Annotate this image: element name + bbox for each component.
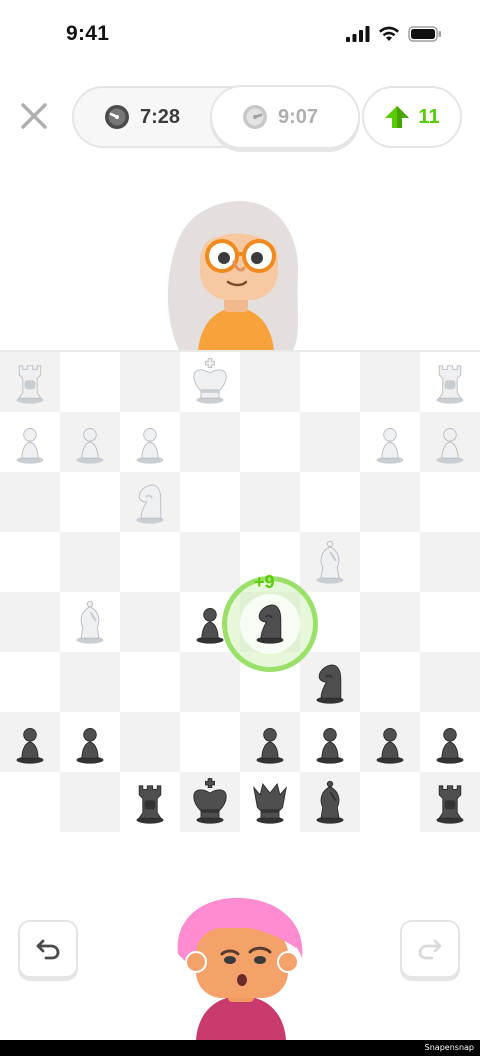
opponent-avatar — [160, 196, 310, 352]
square-e6[interactable] — [240, 472, 300, 532]
black-pawn-h2[interactable] — [420, 712, 480, 772]
square-d5[interactable] — [180, 532, 240, 592]
white-rook-h8[interactable] — [420, 352, 480, 412]
square-c2[interactable] — [120, 712, 180, 772]
square-h6[interactable] — [420, 472, 480, 532]
square-b6[interactable] — [60, 472, 120, 532]
square-b5[interactable] — [60, 532, 120, 592]
square-h3[interactable] — [420, 652, 480, 712]
black-king-d1[interactable] — [180, 772, 240, 832]
status-time: 9:41 — [66, 22, 110, 45]
white-knight-c6[interactable] — [120, 472, 180, 532]
close-button[interactable] — [14, 96, 54, 136]
square-a6[interactable] — [0, 472, 60, 532]
gain-label: +9 — [254, 572, 275, 592]
square-a1[interactable] — [0, 772, 60, 832]
undo-icon — [36, 939, 60, 960]
square-g5[interactable] — [360, 532, 420, 592]
square-g8[interactable] — [360, 352, 420, 412]
square-d6[interactable] — [180, 472, 240, 532]
square-c8[interactable] — [120, 352, 180, 412]
square-c5[interactable] — [120, 532, 180, 592]
white-king-d8[interactable] — [180, 352, 240, 412]
square-b8[interactable] — [60, 352, 120, 412]
player-timer-value: 7:28 — [140, 105, 181, 128]
square-f7[interactable] — [300, 412, 360, 472]
black-pawn-g2[interactable] — [360, 712, 420, 772]
square-h4[interactable] — [420, 592, 480, 652]
square-d2[interactable] — [180, 712, 240, 772]
close-icon — [21, 103, 47, 129]
square-e7[interactable] — [240, 412, 300, 472]
white-rook-a8[interactable] — [0, 352, 60, 412]
square-f6[interactable] — [300, 472, 360, 532]
signal-icon — [346, 26, 370, 42]
square-c3[interactable] — [120, 652, 180, 712]
square-c4[interactable] — [120, 592, 180, 652]
up-arrow-icon — [385, 106, 410, 128]
black-bishop-f1[interactable] — [300, 772, 360, 832]
opponent-timer-value: 9:07 — [278, 105, 319, 128]
white-bishop-f5[interactable] — [300, 532, 360, 592]
square-g3[interactable] — [360, 652, 420, 712]
white-pawn-g7[interactable] — [360, 412, 420, 472]
square-a4[interactable] — [0, 592, 60, 652]
square-a3[interactable] — [0, 652, 60, 712]
square-g1[interactable] — [360, 772, 420, 832]
black-pawn-d4[interactable] — [180, 592, 240, 652]
battery-icon — [408, 26, 441, 42]
square-d3[interactable] — [180, 652, 240, 712]
redo-icon — [418, 939, 442, 960]
square-d7[interactable] — [180, 412, 240, 472]
opponent-timer: 9:07 — [242, 88, 318, 146]
black-knight-f3[interactable] — [300, 652, 360, 712]
clock-icon — [105, 105, 129, 129]
black-rook-c1[interactable] — [120, 772, 180, 832]
wifi-icon — [379, 26, 399, 41]
watermark: Snapensnap — [424, 1043, 474, 1052]
black-pawn-b2[interactable] — [60, 712, 120, 772]
white-pawn-h7[interactable] — [420, 412, 480, 472]
redo-button[interactable] — [400, 920, 460, 978]
player-avatar — [166, 894, 316, 1040]
player-timer: 7:28 — [104, 88, 180, 146]
black-pawn-e2[interactable] — [240, 712, 300, 772]
status-bar: 9:41 — [0, 0, 480, 70]
status-icons — [346, 26, 442, 42]
black-queen-e1[interactable] — [240, 772, 300, 832]
clock-icon — [243, 105, 267, 129]
black-pawn-a2[interactable] — [0, 712, 60, 772]
square-g4[interactable] — [360, 592, 420, 652]
score-pill: 11 — [362, 86, 462, 148]
square-b3[interactable] — [60, 652, 120, 712]
undo-button[interactable] — [18, 920, 78, 978]
black-rook-h1[interactable] — [420, 772, 480, 832]
square-b1[interactable] — [60, 772, 120, 832]
white-pawn-b7[interactable] — [60, 412, 120, 472]
score-value: 11 — [418, 105, 440, 128]
square-h5[interactable] — [420, 532, 480, 592]
square-e8[interactable] — [240, 352, 300, 412]
square-a5[interactable] — [0, 532, 60, 592]
square-g6[interactable] — [360, 472, 420, 532]
bottom-strip — [0, 1040, 480, 1056]
white-pawn-c7[interactable] — [120, 412, 180, 472]
timer-group: 7:28 9:07 — [72, 85, 360, 149]
black-knight-e4[interactable] — [240, 592, 300, 652]
square-f8[interactable] — [300, 352, 360, 412]
black-pawn-f2[interactable] — [300, 712, 360, 772]
white-bishop-b4[interactable] — [60, 592, 120, 652]
white-pawn-a7[interactable] — [0, 412, 60, 472]
